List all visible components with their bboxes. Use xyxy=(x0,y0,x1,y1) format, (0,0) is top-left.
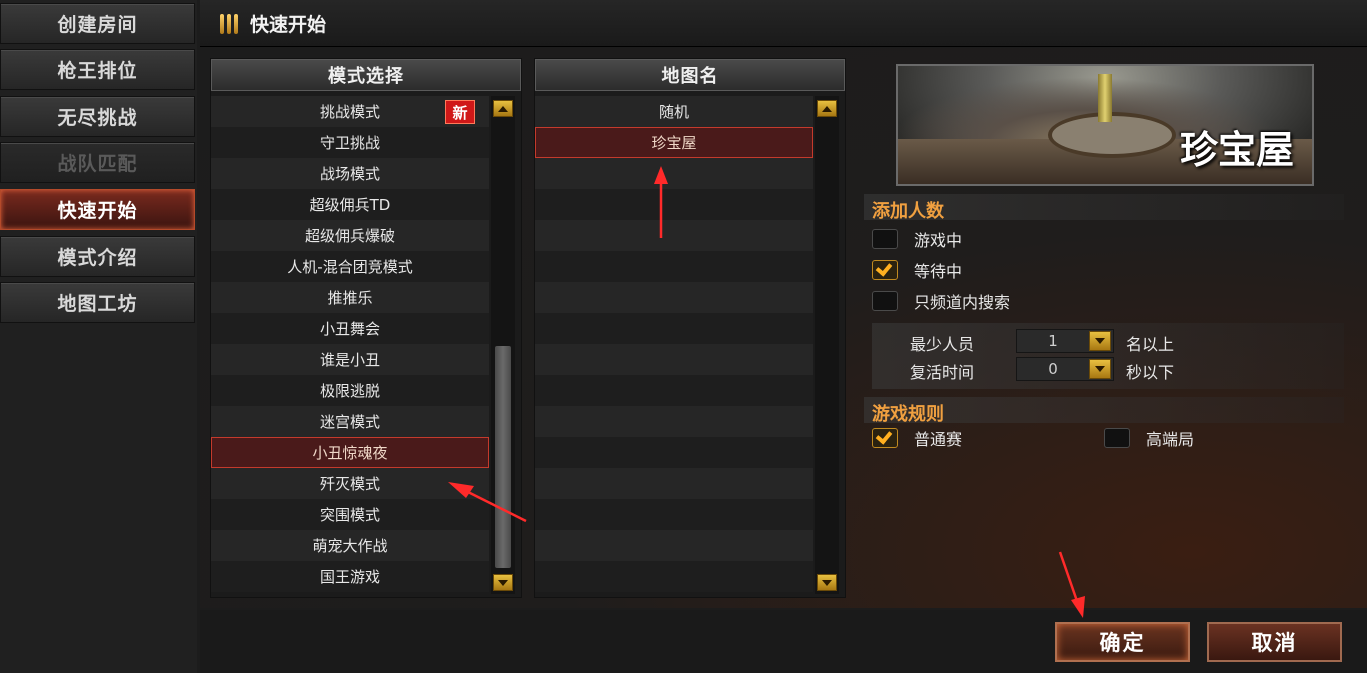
mode-item[interactable]: 推推乐 xyxy=(211,282,489,313)
revive-time-select[interactable]: 0 xyxy=(1016,357,1114,381)
nav-mode-intro[interactable]: 模式介绍 xyxy=(0,236,195,277)
map-preview-image: 珍宝屋 xyxy=(896,64,1314,186)
scroll-up-button[interactable] xyxy=(817,100,837,117)
min-players-label: 最少人员 xyxy=(910,335,975,354)
map-empty-row xyxy=(535,406,813,437)
mode-item[interactable]: 歼灭模式 xyxy=(211,468,489,499)
nav-map-workshop[interactable]: 地图工坊 xyxy=(0,282,195,323)
mode-item[interactable]: 谁是小丑 xyxy=(211,344,489,375)
revive-time-suffix: 秒以下 xyxy=(1126,363,1175,382)
checkbox-label: 只频道内搜索 xyxy=(914,293,1011,312)
mode-panel-title: 模式选择 xyxy=(211,59,521,91)
normal-match-checkbox[interactable]: 普通赛 xyxy=(872,426,962,450)
scroll-up-button[interactable] xyxy=(493,100,513,117)
nav-team-match: 战队匹配 xyxy=(0,142,195,183)
map-empty-row xyxy=(535,499,813,530)
map-item-selected[interactable]: 珍宝屋 xyxy=(535,127,813,158)
cancel-button[interactable]: 取消 xyxy=(1207,622,1342,662)
mode-item[interactable]: 突围模式 xyxy=(211,499,489,530)
map-list: 随机 珍宝屋 xyxy=(535,96,813,592)
checkbox-label: 普通赛 xyxy=(914,430,963,449)
arrow-up-icon xyxy=(822,105,832,112)
mode-panel: 模式选择 挑战模式 新 守卫挑战 战场模式 超级佣兵TD 超级佣兵爆破 人机-混… xyxy=(210,58,522,598)
mode-item[interactable]: 小丑舞会 xyxy=(211,313,489,344)
map-empty-row xyxy=(535,220,813,251)
checkbox-box[interactable] xyxy=(872,291,898,311)
footer-bar: 确定 取消 xyxy=(200,610,1367,673)
nav-ranked[interactable]: 枪王排位 xyxy=(0,49,195,90)
checkbox-box-checked[interactable] xyxy=(872,428,898,448)
in-game-checkbox[interactable]: 游戏中 xyxy=(872,227,962,251)
mode-list: 挑战模式 新 守卫挑战 战场模式 超级佣兵TD 超级佣兵爆破 人机-混合团竞模式… xyxy=(211,96,489,592)
mode-item[interactable]: 人机-混合团竞模式 xyxy=(211,251,489,282)
select-value: 1 xyxy=(1048,332,1058,350)
scroll-down-button[interactable] xyxy=(817,574,837,591)
scroll-down-button[interactable] xyxy=(493,574,513,591)
dropdown-arrow-icon[interactable] xyxy=(1089,331,1111,351)
new-badge: 新 xyxy=(445,100,475,124)
high-end-checkbox[interactable]: 高端局 xyxy=(1104,426,1194,450)
mode-item[interactable]: 守卫挑战 xyxy=(211,127,489,158)
mode-item[interactable]: 挑战模式 新 xyxy=(211,96,489,127)
mode-scrollbar[interactable] xyxy=(491,96,515,594)
add-players-title: 添加人数 xyxy=(872,201,944,222)
nav-create-room[interactable]: 创建房间 xyxy=(0,3,195,44)
main-content: 模式选择 挑战模式 新 守卫挑战 战场模式 超级佣兵TD 超级佣兵爆破 人机-混… xyxy=(200,48,1367,608)
map-panel: 地图名 随机 珍宝屋 xyxy=(534,58,846,598)
scroll-thumb[interactable] xyxy=(495,346,511,568)
preview-map-name: 珍宝屋 xyxy=(1179,128,1294,172)
min-players-suffix: 名以上 xyxy=(1126,335,1175,354)
map-empty-row xyxy=(535,189,813,220)
map-empty-row xyxy=(535,313,813,344)
map-empty-row xyxy=(535,344,813,375)
mode-item[interactable]: 超级佣兵TD xyxy=(211,189,489,220)
mode-item-label: 挑战模式 xyxy=(319,103,380,121)
mode-item-selected[interactable]: 小丑惊魂夜 xyxy=(211,437,489,468)
checkbox-box[interactable] xyxy=(1104,428,1130,448)
map-empty-row xyxy=(535,158,813,189)
checkbox-box[interactable] xyxy=(872,229,898,249)
map-empty-row xyxy=(535,530,813,561)
map-empty-row xyxy=(535,437,813,468)
select-value: 0 xyxy=(1048,360,1058,378)
arrow-up-icon xyxy=(498,105,508,112)
mode-item[interactable]: 超级佣兵爆破 xyxy=(211,220,489,251)
arrow-down-icon xyxy=(822,579,832,586)
arrow-down-icon xyxy=(498,579,508,586)
checkbox-label: 高端局 xyxy=(1146,430,1195,449)
confirm-button[interactable]: 确定 xyxy=(1055,622,1190,662)
map-panel-title: 地图名 xyxy=(535,59,845,91)
preview-platform xyxy=(1048,112,1176,158)
map-empty-row xyxy=(535,251,813,282)
map-scrollbar[interactable] xyxy=(815,96,839,594)
mode-item[interactable]: 国王游戏 xyxy=(211,561,489,592)
mode-item[interactable]: 战场模式 xyxy=(211,158,489,189)
page-header: 快速开始 xyxy=(200,0,1367,47)
nav-endless-challenge[interactable]: 无尽挑战 xyxy=(0,96,195,137)
map-empty-row xyxy=(535,561,813,592)
mode-item[interactable]: 极限逃脱 xyxy=(211,375,489,406)
game-rules-title: 游戏规则 xyxy=(872,404,944,425)
min-players-select[interactable]: 1 xyxy=(1016,329,1114,353)
map-empty-row xyxy=(535,282,813,313)
channel-only-checkbox[interactable]: 只频道内搜索 xyxy=(872,289,1010,313)
checkbox-label: 游戏中 xyxy=(914,231,963,250)
preview-pillar xyxy=(1098,74,1112,122)
waiting-checkbox[interactable]: 等待中 xyxy=(872,258,962,282)
map-empty-row xyxy=(535,468,813,499)
mode-item[interactable]: 迷宫模式 xyxy=(211,406,489,437)
mode-item[interactable]: 萌宠大作战 xyxy=(211,530,489,561)
left-nav: 创建房间 枪王排位 无尽挑战 战队匹配 快速开始 模式介绍 地图工坊 xyxy=(0,0,197,673)
dropdown-arrow-icon[interactable] xyxy=(1089,359,1111,379)
revive-time-label: 复活时间 xyxy=(910,363,975,382)
page-title: 快速开始 xyxy=(250,13,327,36)
checkbox-label: 等待中 xyxy=(914,262,963,281)
bullets-icon xyxy=(220,12,242,34)
checkbox-box-checked[interactable] xyxy=(872,260,898,280)
map-item[interactable]: 随机 xyxy=(535,96,813,127)
map-empty-row xyxy=(535,375,813,406)
nav-quick-start[interactable]: 快速开始 xyxy=(0,189,195,230)
